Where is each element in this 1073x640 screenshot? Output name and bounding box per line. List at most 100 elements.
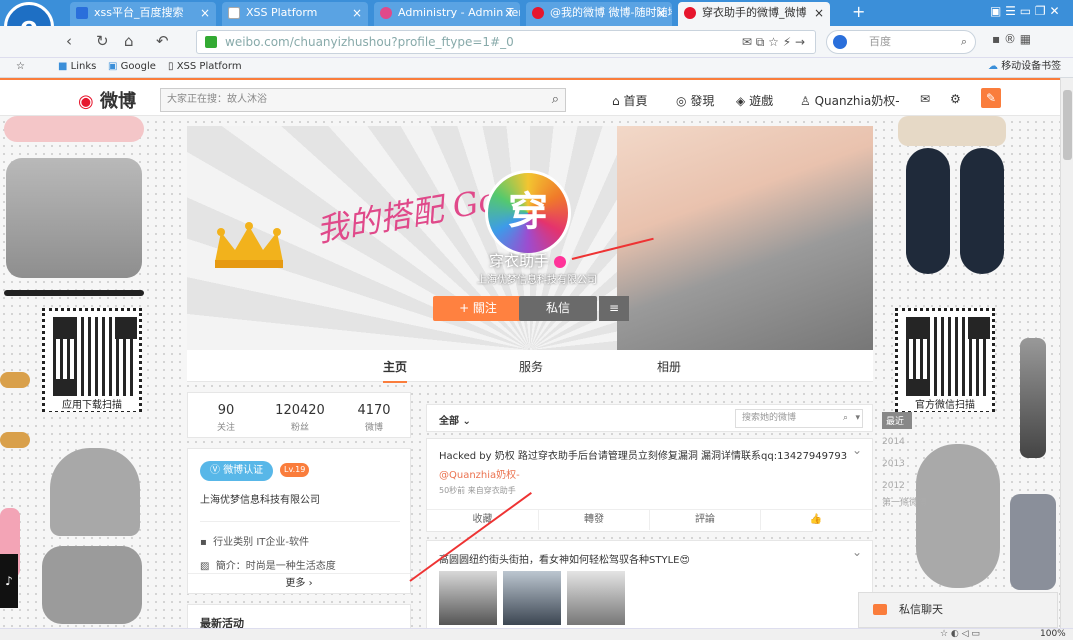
- tab-my-weibo[interactable]: @我的微博 微博-随时随地 ×: [526, 2, 672, 26]
- timeline-year[interactable]: 2014: [882, 437, 912, 447]
- tab-baidu-search[interactable]: xss平台_百度搜索 ×: [70, 2, 216, 26]
- close-icon[interactable]: ×: [504, 2, 514, 24]
- feed-search-input[interactable]: 搜索她的微博 ⌕ ▾: [735, 409, 863, 428]
- toolbar-icons[interactable]: ▪ ® ▦: [992, 32, 1031, 46]
- caret-down-icon[interactable]: ▾: [855, 410, 860, 427]
- cover-photo: [617, 126, 873, 350]
- stat-followers[interactable]: 120420 粉丝: [270, 403, 330, 433]
- repost-button[interactable]: 轉發: [538, 510, 649, 530]
- more-menu-button[interactable]: ≡: [599, 296, 629, 321]
- divider: [200, 521, 400, 522]
- bookmark-xss-platform[interactable]: ▯ XSS Platform: [168, 58, 242, 76]
- close-icon[interactable]: ×: [200, 2, 210, 24]
- chevron-down-icon: ⌄: [462, 416, 471, 427]
- follow-button[interactable]: + 關注: [433, 296, 523, 321]
- address-bar[interactable]: weibo.com/chuanyizhushou?profile_ftype=1…: [196, 30, 816, 54]
- bookmark-links[interactable]: ■ Links: [58, 58, 96, 76]
- qr-label: 应用下载扫描: [45, 396, 139, 411]
- status-icons[interactable]: ☆ ◐ ◁ ▭: [940, 629, 980, 640]
- close-icon[interactable]: ×: [656, 2, 666, 24]
- timeline-year[interactable]: 2012: [882, 481, 912, 491]
- new-tab-button[interactable]: +: [852, 2, 865, 21]
- message-button[interactable]: 私信: [519, 296, 597, 321]
- tab-label: @我的微博 微博-随时随地: [550, 6, 672, 19]
- avatar[interactable]: 穿: [485, 170, 571, 256]
- search-icon[interactable]: ⌕: [843, 410, 848, 427]
- music-icon[interactable]: ♪: [0, 554, 18, 608]
- search-placeholder: 大家正在搜：故人沐浴: [167, 94, 267, 105]
- chevron-down-icon[interactable]: ⌄: [852, 545, 862, 559]
- logo-text: 微博: [100, 91, 136, 112]
- post-photo[interactable]: [503, 571, 561, 625]
- zoom-level[interactable]: 100%: [1040, 629, 1066, 640]
- tab-home[interactable]: 主页: [383, 358, 408, 383]
- stat-following[interactable]: 90 关注: [196, 403, 256, 433]
- undo-icon[interactable]: ↶: [156, 32, 169, 50]
- nav-label: 遊戲: [749, 94, 774, 108]
- like-icon[interactable]: 👍: [760, 510, 871, 530]
- secure-icon: [205, 36, 217, 48]
- timeline-first-post[interactable]: 第一條微博: [882, 495, 927, 508]
- search-icon[interactable]: ⌕: [961, 31, 967, 53]
- tab-label: 穿衣助手的微博_微博: [702, 6, 807, 19]
- timeline-recent[interactable]: 最近: [882, 412, 912, 429]
- app-download-qr: 应用下载扫描: [42, 308, 142, 412]
- mobile-bookmarks[interactable]: ☁ 移动设备书签: [988, 58, 1061, 76]
- post-photo[interactable]: [567, 571, 625, 625]
- weibo-header: ◉ 微博 大家正在搜：故人沐浴 ⌕ ⌂ 首頁 ◎ 發現 ◈ 遊戲 ♙ Quanz…: [0, 78, 1060, 116]
- nav-home[interactable]: ⌂ 首頁: [612, 92, 647, 109]
- refresh-icon[interactable]: ↻: [96, 32, 109, 50]
- weibo-search-input[interactable]: 大家正在搜：故人沐浴 ⌕: [160, 88, 566, 112]
- stat-label: 粉丝: [290, 423, 309, 433]
- tab-service[interactable]: 服务: [519, 358, 543, 375]
- tab-administry[interactable]: Administry - Admin Tem ×: [374, 2, 520, 26]
- profile-name-text: 穿衣助手: [489, 252, 550, 270]
- timeline-year[interactable]: 2013: [882, 459, 912, 469]
- gear-icon[interactable]: ⚙: [950, 92, 961, 106]
- cloud-icon: ☁: [988, 61, 998, 72]
- private-chat-bar[interactable]: 私信聊天: [858, 592, 1058, 628]
- weibo-logo[interactable]: ◉ 微博: [78, 87, 136, 113]
- search-icon[interactable]: ⌕: [552, 89, 559, 111]
- scarf-image: [42, 546, 142, 624]
- stat-posts[interactable]: 4170 微博: [344, 403, 404, 433]
- verify-badge[interactable]: Ⓥ 微博认证: [200, 461, 274, 481]
- back-icon[interactable]: ‹: [66, 32, 72, 50]
- nav-discover[interactable]: ◎ 發現: [676, 92, 714, 109]
- compose-icon[interactable]: ✎: [981, 88, 1001, 108]
- comment-button[interactable]: 評論: [649, 510, 760, 530]
- search-box[interactable]: 百度 ⌕: [826, 30, 976, 54]
- post-mention[interactable]: @Quanzhia奶权-: [439, 466, 520, 481]
- post-text: Hacked by 奶权 路过穿衣助手后台请管理员立刻修复漏洞 漏洞详情联系qq…: [439, 451, 848, 462]
- tab-album[interactable]: 相册: [657, 358, 681, 375]
- address-actions-icon[interactable]: ✉ ⧉ ☆ ⚡ →: [742, 31, 805, 53]
- nav-games[interactable]: ◈ 遊戲: [736, 92, 773, 109]
- bookmark-label: XSS Platform: [176, 61, 242, 72]
- baidu-favicon-icon: [76, 7, 88, 19]
- mail-icon[interactable]: ✉: [920, 92, 930, 106]
- nav-label: Quanzhia奶权-: [814, 94, 900, 108]
- nav-user[interactable]: ♙ Quanzhia奶权-: [800, 92, 900, 109]
- more-link[interactable]: 更多 ›: [188, 573, 410, 593]
- tab-label: Administry - Admin Tem: [398, 6, 520, 19]
- page-scrollbar[interactable]: [1060, 78, 1073, 628]
- feed-header: 全部 ⌄ 搜索她的微博 ⌕ ▾: [426, 404, 873, 432]
- tab-xss-platform[interactable]: XSS Platform ×: [222, 2, 368, 26]
- window-controls[interactable]: ▣ ☰ ▭ ❐ ✕: [990, 4, 1060, 18]
- tab-chuanyi-weibo[interactable]: 穿衣助手的微博_微博 ×: [678, 2, 830, 26]
- close-icon[interactable]: ×: [352, 2, 362, 24]
- intro-text: 簡介：时尚是一种生活态度: [215, 561, 336, 572]
- star-icon[interactable]: ☆: [16, 58, 25, 76]
- weibo-page: ♪ 应用下载扫描 官方微信扫描 ◉ 微博 大家正在搜：故人沐浴 ⌕ ⌂ 首頁 ◎…: [0, 78, 1060, 628]
- post-photo[interactable]: [439, 571, 497, 625]
- close-icon[interactable]: ×: [814, 2, 824, 24]
- home-icon[interactable]: ⌂: [124, 32, 134, 50]
- level-badge[interactable]: Lv.19: [280, 463, 310, 477]
- note-icon: ▨: [200, 561, 210, 572]
- chat-label: 私信聊天: [899, 603, 943, 616]
- page-icon: ▯: [168, 61, 174, 72]
- feed-filter[interactable]: 全部 ⌄: [439, 412, 471, 427]
- stat-label: 关注: [216, 423, 235, 433]
- scrollbar-thumb[interactable]: [1063, 90, 1072, 160]
- bookmark-google[interactable]: ▣ Google: [108, 58, 156, 76]
